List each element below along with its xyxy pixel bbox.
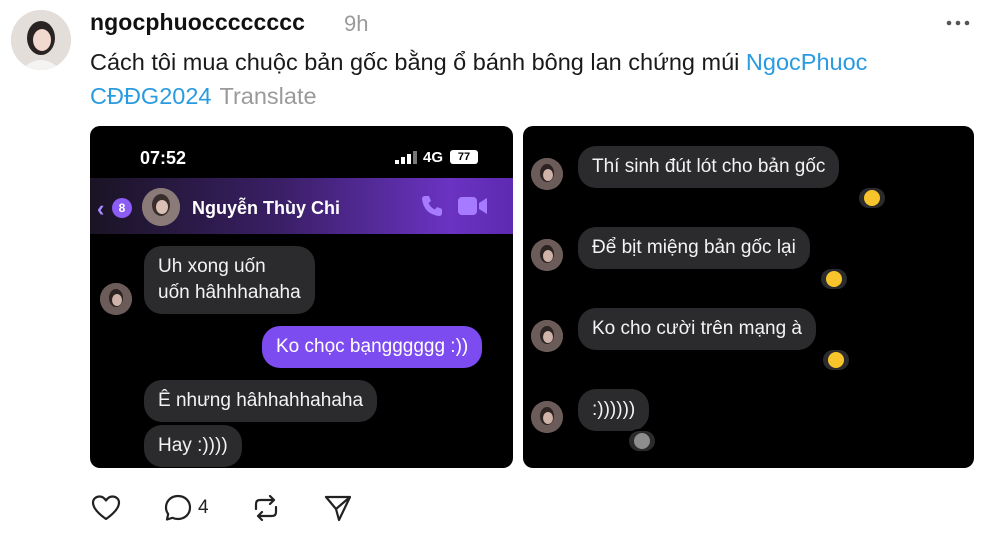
back-chevron-icon[interactable]: ‹ [97, 196, 104, 222]
phone-status-bar: 07:52 4G 77 [90, 126, 513, 178]
laugh-reaction-icon [821, 348, 851, 372]
message-text: Ko chọc bạngggggg :)) [276, 336, 469, 357]
add-reaction-icon[interactable] [627, 429, 657, 453]
post-username[interactable]: ngocphuocccccccc [90, 9, 305, 36]
caption-text: Cách tôi mua chuộc bản gốc bằng ổ bánh b… [90, 49, 740, 75]
post-caption: Cách tôi mua chuộc bản gốc bằng ổ bánh b… [90, 45, 970, 113]
message-avatar [531, 239, 563, 271]
hashtag-link-1[interactable]: NgocPhuoc [746, 49, 868, 75]
message-bubble-sent: Ko chọc bạngggggg :)) [262, 326, 483, 368]
post-time: 9h [344, 11, 369, 36]
heart-icon[interactable] [90, 492, 122, 529]
battery-indicator: 77 [450, 150, 478, 164]
status-clock: 07:52 [140, 148, 187, 168]
message-text: Uh xong uốn [158, 256, 266, 277]
message-text: :)))))) [592, 399, 636, 420]
unread-badge: 8 [112, 198, 132, 218]
chat-header: ‹ 8 Nguyễn Thùy Chi [90, 178, 513, 234]
message-text: Ko cho cười trên mạng à [592, 318, 803, 339]
laugh-reaction-icon [857, 186, 887, 210]
more-icon[interactable] [945, 14, 971, 32]
message-text: Ê nhưng hâhhahhahaha [158, 390, 364, 411]
message-text: Để bịt miệng bản gốc lại [592, 237, 796, 258]
message-bubble-received: Ê nhưng hâhhahhahaha [144, 380, 378, 422]
message-bubble-received: Để bịt miệng bản gốc lại [578, 227, 810, 269]
share-icon[interactable] [322, 492, 354, 529]
comment-icon[interactable] [162, 492, 194, 529]
message-bubble-received: Ko cho cười trên mạng à [578, 308, 817, 350]
avatar-image [11, 10, 71, 70]
attached-image-2[interactable]: Thí sinh đút lót cho bản gốc Để bịt miện… [523, 126, 974, 468]
message-bubble-received: Uh xong uốn uốn hâhhhahaha [144, 246, 315, 314]
message-text: uốn hâhhhahaha [158, 282, 301, 303]
hashtag-link-2[interactable]: CĐĐG2024 [90, 83, 211, 109]
translate-link[interactable]: Translate [219, 83, 316, 109]
laugh-reaction-icon [819, 267, 849, 291]
message-bubble-received: Hay :)))) [144, 425, 242, 467]
comment-count: 4 [198, 497, 209, 518]
message-avatar [531, 320, 563, 352]
video-icon[interactable] [458, 196, 488, 221]
phone-icon[interactable] [420, 194, 444, 223]
signal-icon [395, 151, 417, 169]
contact-avatar [142, 188, 180, 226]
repost-icon[interactable] [250, 492, 282, 529]
message-avatar [531, 401, 563, 433]
contact-name: Nguyễn Thùy Chi [192, 198, 340, 218]
message-text: Hay :)))) [158, 435, 228, 456]
message-bubble-received: Thí sinh đút lót cho bản gốc [578, 146, 840, 188]
message-avatar [100, 283, 132, 315]
message-bubble-received: :)))))) [578, 389, 650, 431]
attached-image-1[interactable]: 07:52 4G 77 ‹ 8 Nguyễn Thùy Chi Uh xong … [90, 126, 513, 468]
profile-avatar[interactable] [11, 10, 71, 70]
network-type: 4G [423, 149, 444, 166]
message-text: Thí sinh đút lót cho bản gốc [592, 156, 826, 177]
message-avatar [531, 158, 563, 190]
